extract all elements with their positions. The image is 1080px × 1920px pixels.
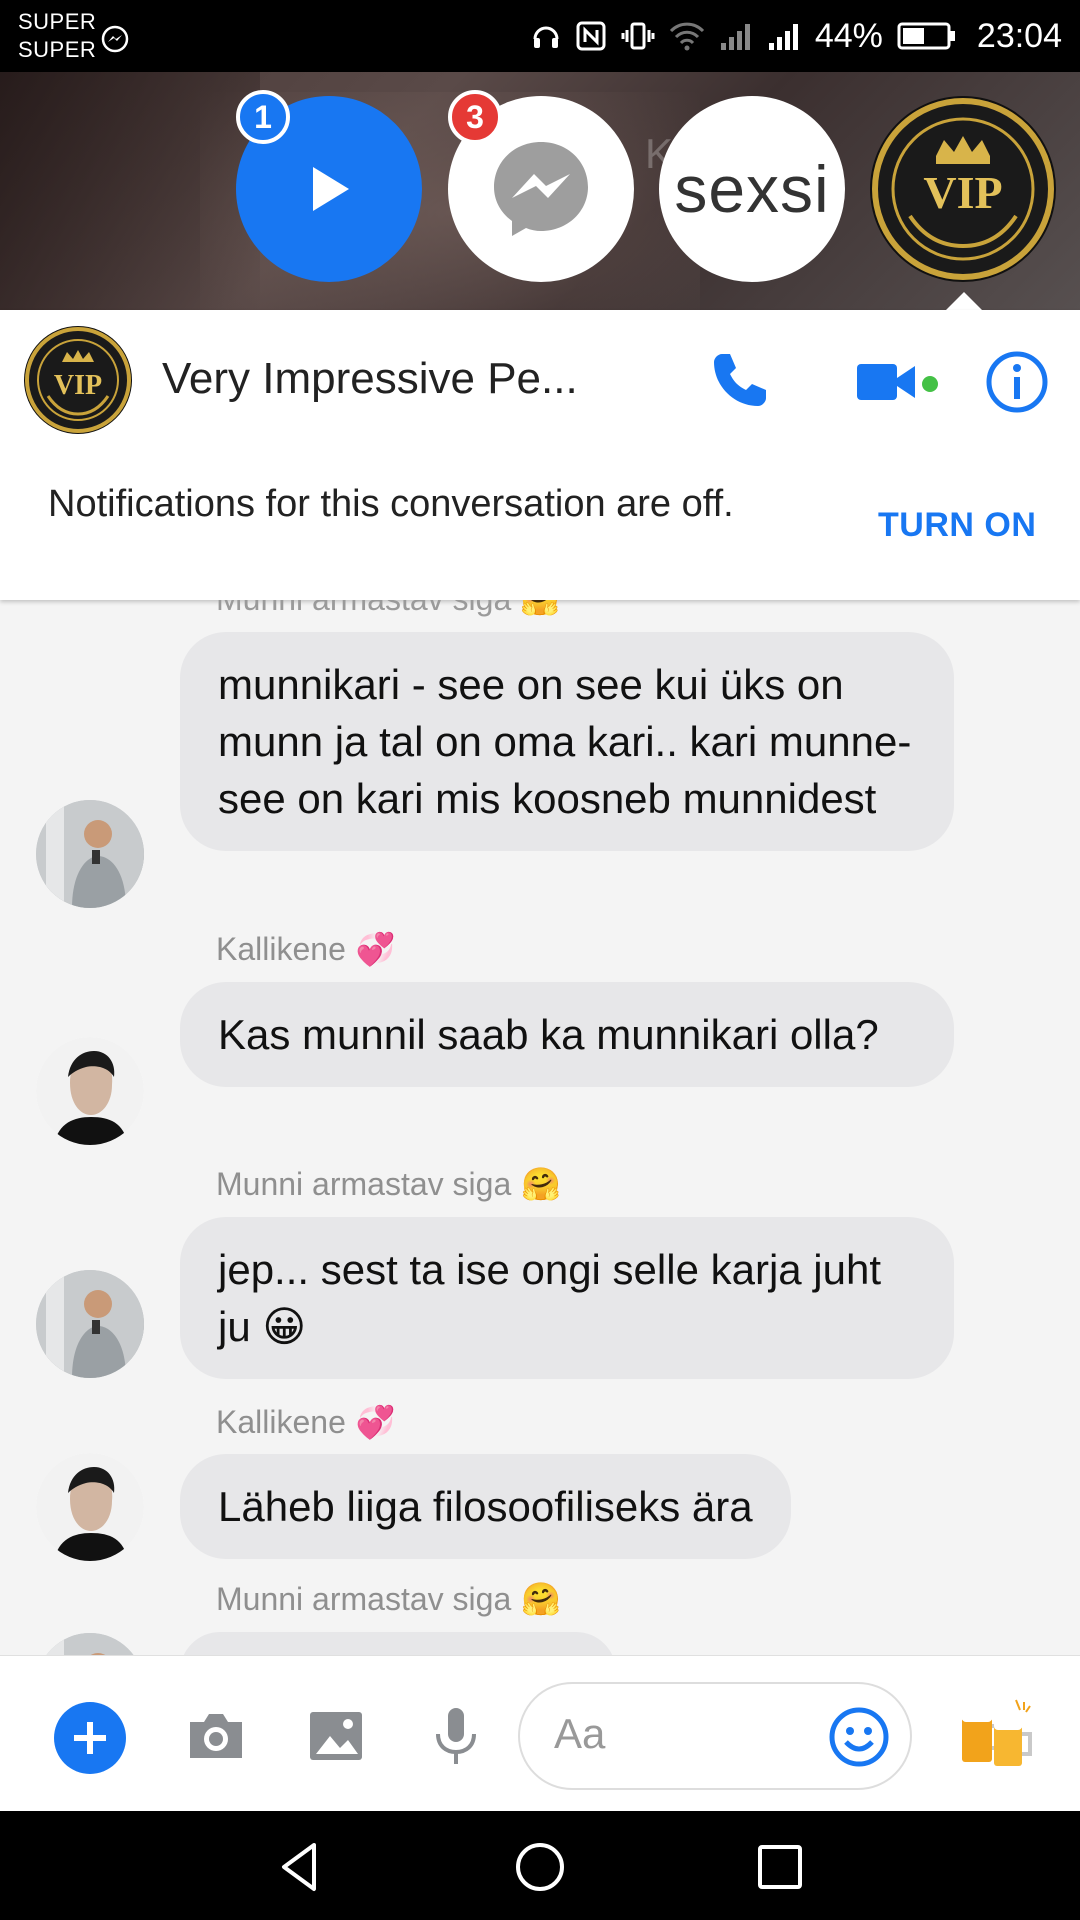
sexsi-label: sexsi <box>674 152 830 226</box>
play-badge: 1 <box>236 90 290 144</box>
sender-label: Kallikene 💞 <box>216 930 396 968</box>
vip-logo-text: VIP <box>923 167 1003 218</box>
vibrate-icon <box>621 22 655 50</box>
headphones-icon <box>533 26 559 48</box>
avatar-kallikene[interactable] <box>36 1453 144 1561</box>
messenger-badge: 3 <box>448 90 502 144</box>
sender-label: Kallikene 💞 <box>216 1403 396 1441</box>
group-avatar[interactable]: VIP <box>24 326 132 434</box>
messenger-notification-icon <box>101 25 129 53</box>
person-photo-icon <box>36 1453 144 1561</box>
conversation-header: VIP Very Impressive Pe... Notifications … <box>0 310 1080 600</box>
wifi-icon <box>669 22 704 51</box>
microphone-icon[interactable] <box>424 1704 488 1768</box>
info-icon[interactable] <box>985 350 1049 414</box>
message-bubble-partial[interactable] <box>180 1632 616 1655</box>
sender-name-cut: Munni armastav siga 🤗 <box>216 600 560 618</box>
android-nav-bar <box>0 1811 1080 1920</box>
clock: 23:04 <box>976 16 1062 55</box>
avatar-munni[interactable] <box>36 1633 144 1655</box>
notification-off-message: Notifications for this conversation are … <box>48 483 734 525</box>
signal-icon-2 <box>768 24 798 50</box>
add-button[interactable] <box>54 1702 126 1774</box>
messenger-icon <box>494 142 588 236</box>
carrier-line-1: SUPER <box>18 9 97 34</box>
gallery-icon[interactable] <box>304 1704 368 1768</box>
person-photo-icon <box>36 1633 144 1655</box>
message-bubble[interactable]: munnikari - see on see kui üks on munn j… <box>180 632 954 851</box>
turn-on-button[interactable]: TURN ON <box>878 506 1036 545</box>
conversation-title[interactable]: Very Impressive Pe... <box>162 354 578 404</box>
person-photo-icon <box>36 800 144 908</box>
active-head-pointer <box>946 292 982 310</box>
emoji-icon[interactable] <box>828 1706 890 1768</box>
phone-call-icon[interactable] <box>708 348 772 412</box>
camera-icon[interactable] <box>184 1704 248 1768</box>
message-list[interactable]: Munni armastav siga 🤗 munnikari - see on… <box>0 600 1080 1655</box>
message-bubble[interactable]: Kas munnil saab ka munnikari olla? <box>180 982 954 1087</box>
message-input[interactable]: Aa <box>518 1682 912 1790</box>
group-avatar-text: VIP <box>53 370 103 401</box>
status-bar: SUPER SUPER 44% 23:04 <box>0 0 1080 72</box>
plus-icon <box>74 1722 106 1754</box>
online-indicator <box>922 376 938 392</box>
avatar-munni[interactable] <box>36 800 144 908</box>
carrier-line-2: SUPER <box>18 37 97 62</box>
person-photo-icon <box>36 1270 144 1378</box>
avatar-munni[interactable] <box>36 1270 144 1378</box>
carrier-label: SUPER SUPER <box>18 8 96 64</box>
sender-label: Munni armastav siga 🤗 <box>216 1580 562 1618</box>
recents-icon[interactable] <box>750 1837 810 1897</box>
message-bubble[interactable]: Läheb liiga filosoofiliseks ära <box>180 1454 791 1559</box>
signal-icon-1 <box>720 24 750 50</box>
play-icon <box>313 167 349 211</box>
message-composer: Aa <box>0 1655 1080 1811</box>
nfc-icon <box>576 21 606 51</box>
person-photo-icon <box>36 1037 144 1145</box>
chat-head-sexsi[interactable]: sexsi <box>659 96 845 282</box>
avatar-kallikene[interactable] <box>36 1037 144 1145</box>
back-icon[interactable] <box>270 1837 330 1897</box>
video-call-icon[interactable] <box>855 350 919 414</box>
message-input-placeholder: Aa <box>554 1710 606 1757</box>
home-icon[interactable] <box>510 1837 570 1897</box>
battery-percent: 44% <box>814 16 883 55</box>
beer-sticker-icon[interactable] <box>958 1696 1034 1772</box>
sender-label: Munni armastav siga 🤗 <box>216 1165 562 1203</box>
battery-icon <box>897 22 955 50</box>
message-bubble[interactable]: jep... sest ta ise ongi selle karja juht… <box>180 1217 954 1379</box>
